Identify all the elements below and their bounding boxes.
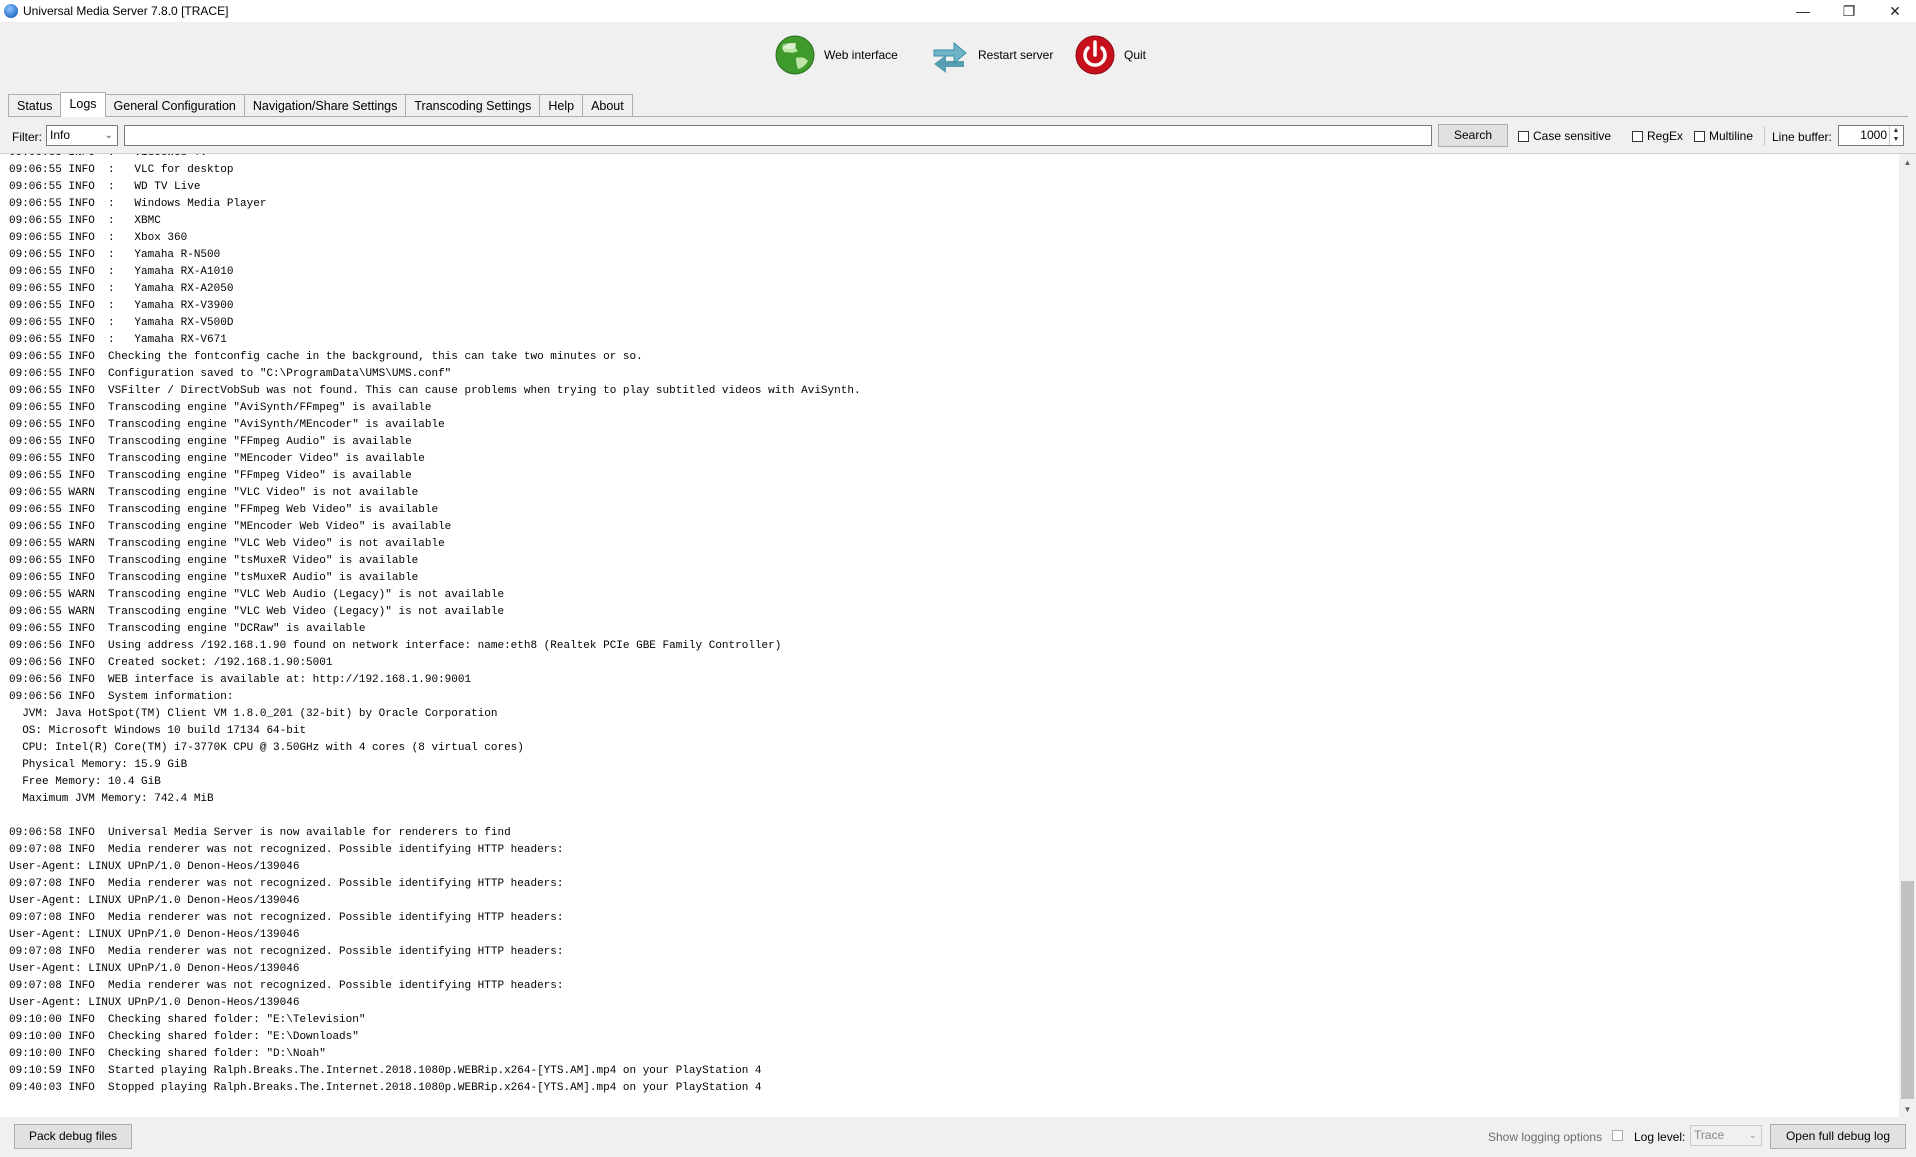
power-icon: [1075, 35, 1115, 75]
case-sensitive-checkbox[interactable]: Case sensitive: [1518, 129, 1611, 143]
quit-label: Quit: [1124, 48, 1147, 62]
web-interface-button[interactable]: Web interface: [774, 32, 898, 78]
spinner-arrows-icon[interactable]: ▲ ▼: [1889, 126, 1902, 145]
line-buffer-spinner[interactable]: 1000 ▲ ▼: [1838, 125, 1904, 146]
line-buffer-label: Line buffer:: [1772, 130, 1832, 144]
tab-logs[interactable]: Logs: [60, 92, 106, 117]
filter-label: Filter:: [12, 130, 42, 144]
log-scrollbar[interactable]: ▲ ▼: [1899, 154, 1916, 1118]
quit-button[interactable]: Quit: [1074, 32, 1146, 78]
restart-server-label: Restart server: [978, 48, 1054, 62]
tab-transcoding-settings[interactable]: Transcoding Settings: [405, 94, 541, 116]
filter-level-select[interactable]: Info ⌄: [46, 125, 118, 146]
log-text[interactable]: 09:06:55 INFO : VideoWeb TV 09:06:55 INF…: [9, 154, 861, 1097]
pack-debug-files-button[interactable]: Pack debug files: [14, 1124, 132, 1149]
filter-level-value: Info: [50, 128, 71, 142]
open-full-debug-log-button[interactable]: Open full debug log: [1770, 1124, 1906, 1149]
show-logging-options-label: Show logging options: [1488, 1130, 1603, 1144]
tab-status[interactable]: Status: [8, 94, 62, 116]
globe-icon: [775, 35, 815, 75]
log-panel[interactable]: 09:06:55 INFO : VideoWeb TV 09:06:55 INF…: [0, 153, 1916, 1118]
scroll-up-icon[interactable]: ▲: [1899, 154, 1916, 171]
show-logging-options-checkbox[interactable]: [1612, 1130, 1623, 1141]
app-logo-icon: [4, 4, 18, 18]
tab-bar: Status Logs General Configuration Naviga…: [8, 92, 633, 117]
tab-navigation-share-settings[interactable]: Navigation/Share Settings: [243, 94, 407, 116]
log-level-value: Trace: [1694, 1128, 1725, 1142]
bottom-bar: Pack debug files Show logging options Lo…: [0, 1117, 1916, 1157]
tab-about[interactable]: About: [582, 94, 633, 116]
restore-button[interactable]: ❐: [1826, 0, 1872, 22]
line-buffer-value: 1000: [1860, 128, 1887, 142]
restart-arrows-icon: [933, 41, 967, 73]
multiline-checkbox[interactable]: Multiline: [1694, 129, 1753, 143]
minimize-button[interactable]: —: [1780, 0, 1826, 22]
window-title: Universal Media Server 7.8.0 [TRACE]: [23, 4, 229, 18]
scroll-down-icon[interactable]: ▼: [1899, 1101, 1916, 1118]
title-bar: Universal Media Server 7.8.0 [TRACE] — ❐…: [0, 0, 1916, 23]
tab-general-configuration[interactable]: General Configuration: [104, 94, 245, 116]
scrollbar-thumb[interactable]: [1901, 881, 1914, 1099]
restart-server-button[interactable]: Restart server: [928, 32, 1053, 78]
filter-search-input[interactable]: [124, 125, 1432, 146]
main-toolbar: Web interface Restart server Quit: [0, 22, 1916, 92]
checkbox-box[interactable]: [1694, 130, 1705, 142]
multiline-label: Multiline: [1709, 129, 1754, 143]
checkbox-box[interactable]: [1632, 130, 1643, 142]
web-interface-label: Web interface: [824, 48, 898, 62]
filter-bar: Filter: Info ⌄ Search Case sensitive Reg…: [0, 121, 1916, 151]
case-sensitive-label: Case sensitive: [1533, 129, 1612, 143]
chevron-down-icon: ⌄: [104, 130, 113, 141]
log-level-select[interactable]: Trace ⌄: [1690, 1125, 1762, 1146]
log-level-label: Log level:: [1634, 1130, 1686, 1144]
close-window-button[interactable]: ✕: [1872, 0, 1916, 22]
tab-help[interactable]: Help: [539, 94, 584, 116]
regex-label: RegEx: [1647, 129, 1684, 143]
search-button[interactable]: Search: [1438, 124, 1508, 147]
regex-checkbox[interactable]: RegEx: [1632, 129, 1683, 143]
chevron-down-icon: ⌄: [1748, 1130, 1757, 1141]
toolbar-separator: [1764, 126, 1765, 146]
checkbox-box[interactable]: [1518, 130, 1529, 142]
